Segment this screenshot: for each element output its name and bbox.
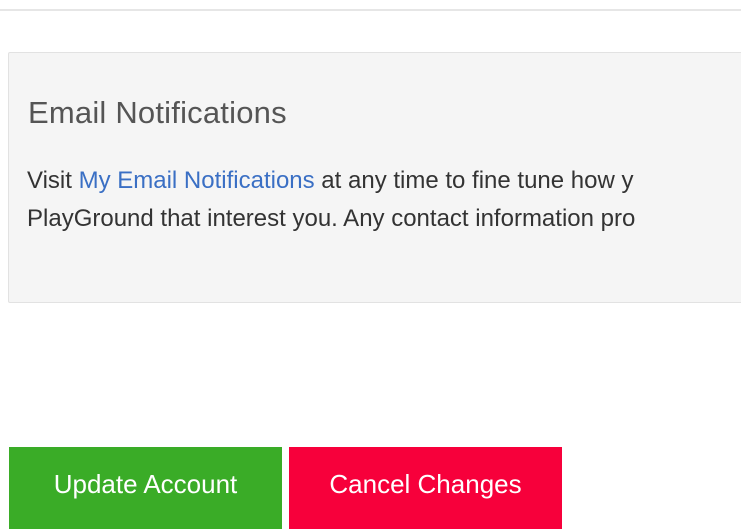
email-notifications-title: Email Notifications bbox=[28, 95, 287, 130]
cancel-changes-button[interactable]: Cancel Changes bbox=[289, 447, 562, 529]
description-prefix: Visit bbox=[27, 167, 79, 194]
section-divider bbox=[0, 9, 741, 11]
email-notifications-description: Visit My Email Notifications at any time… bbox=[27, 162, 741, 238]
description-line-1: Visit My Email Notifications at any time… bbox=[27, 162, 741, 200]
account-settings-page: Email Notifications Visit My Email Notif… bbox=[0, 0, 741, 529]
description-line-2: PlayGround that interest you. Any contac… bbox=[27, 205, 636, 232]
description-suffix: at any time to fine tune how y bbox=[314, 167, 634, 194]
update-account-button[interactable]: Update Account bbox=[9, 447, 282, 529]
email-notifications-panel: Email Notifications Visit My Email Notif… bbox=[8, 52, 741, 303]
my-email-notifications-link[interactable]: My Email Notifications bbox=[79, 167, 315, 194]
